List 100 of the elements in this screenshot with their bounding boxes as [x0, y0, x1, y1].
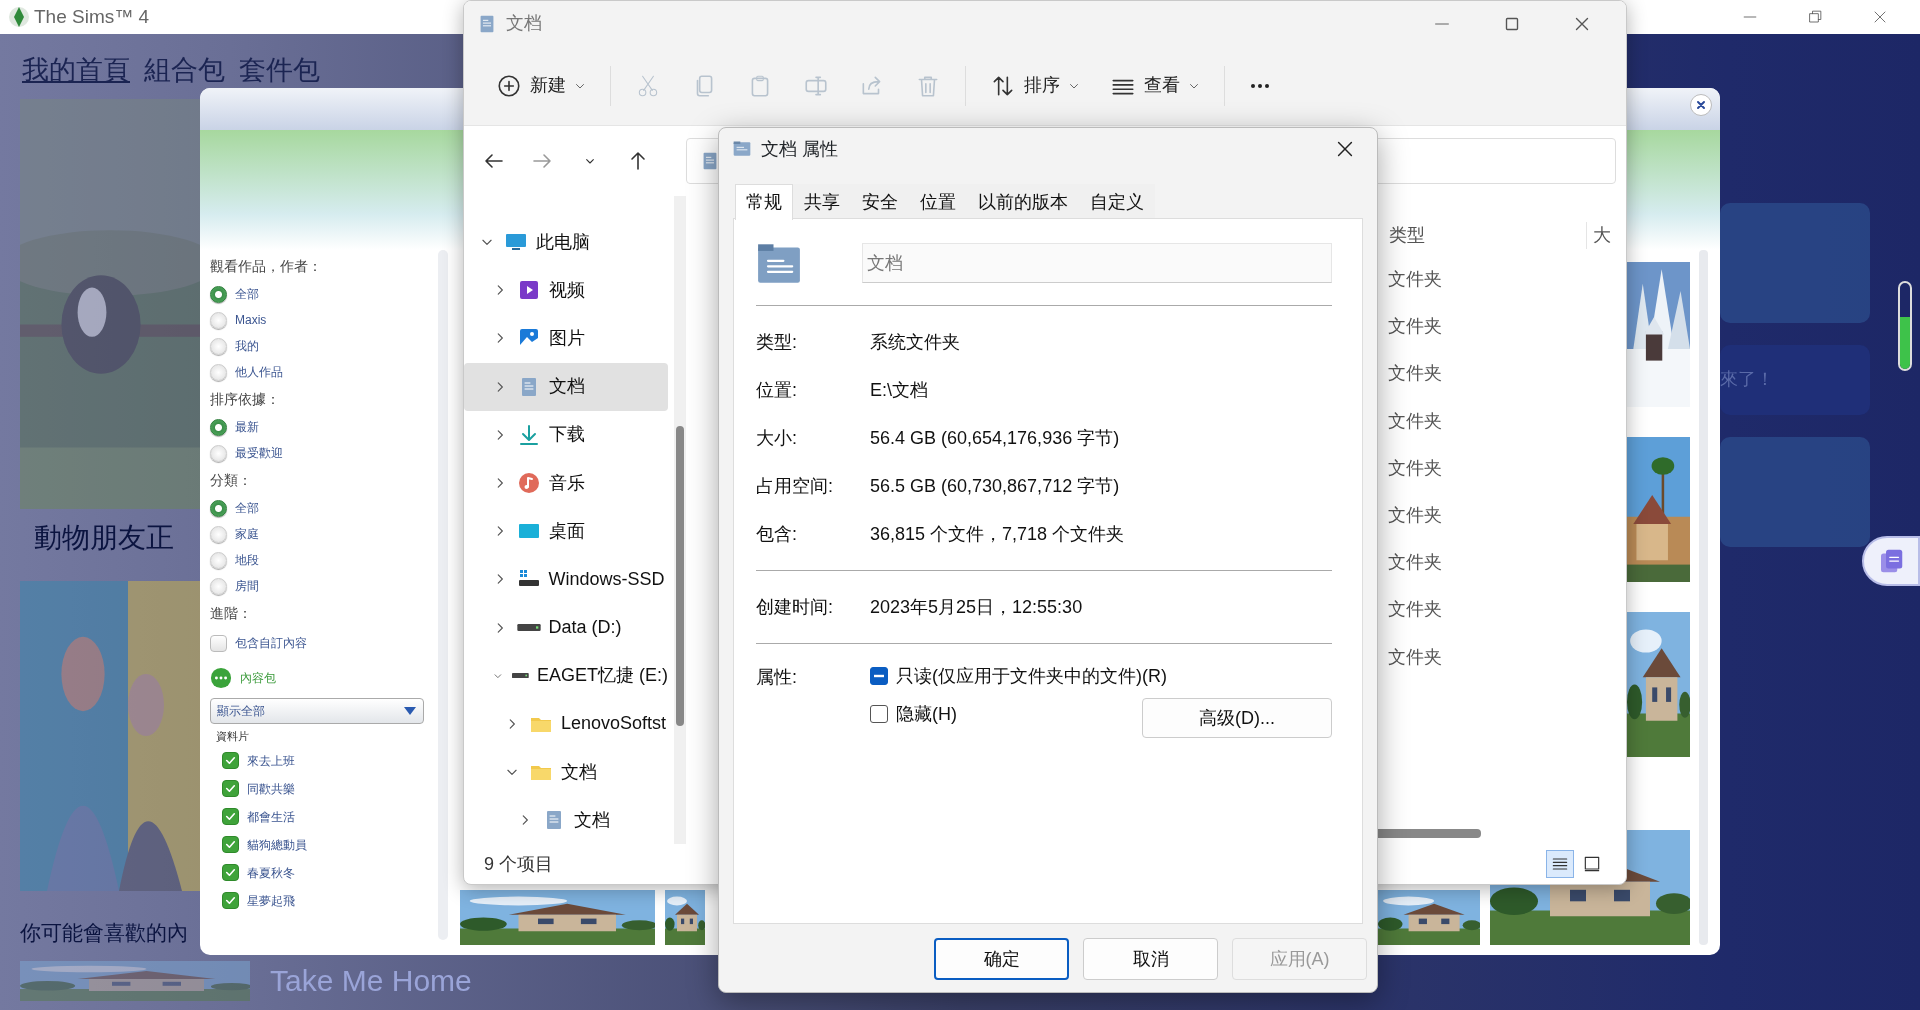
- tree-item[interactable]: Windows-SSD: [464, 555, 668, 604]
- table-cell-text: 文件夹: [1387, 598, 1443, 622]
- radio-button[interactable]: [210, 285, 227, 303]
- field-label: 大小:: [756, 426, 798, 450]
- checkbox[interactable]: [222, 864, 239, 881]
- option-label: 最新: [235, 419, 259, 436]
- table-cell-text: 文件夹: [1387, 504, 1443, 528]
- group-label: 資料片: [216, 729, 250, 744]
- more-icon: [1249, 82, 1271, 89]
- name-field[interactable]: 文档: [862, 243, 1332, 283]
- check-icon: [224, 866, 237, 879]
- drive-icon: [512, 672, 529, 680]
- banner-text: 來了！: [1720, 368, 1774, 391]
- option-label: 都會生活: [247, 808, 295, 826]
- folder-document-icon: [756, 241, 802, 285]
- checkbox[interactable]: [210, 634, 227, 652]
- advanced-button[interactable]: 高级(D)...: [1142, 698, 1332, 738]
- field-value: 2023年5月25日，12:55:30: [870, 595, 1083, 619]
- tree-item[interactable]: 图片: [464, 314, 668, 363]
- option-label: 春夏秋冬: [247, 864, 295, 882]
- checkbox[interactable]: 只读(仅应用于文件夹中的文件)(R): [870, 662, 1167, 690]
- tree-item[interactable]: LenovoSoftst: [464, 699, 668, 749]
- item-title: Take Me Home: [270, 963, 472, 999]
- window-title: The Sims™ 4: [34, 4, 150, 29]
- table-cell-text: 文件夹: [1387, 551, 1443, 575]
- square-icon: [1582, 854, 1602, 874]
- table-cell-text: 文件夹: [1387, 645, 1443, 669]
- more-dots-icon: [210, 667, 232, 689]
- tab[interactable]: 常规: [735, 184, 793, 220]
- checkbox[interactable]: [222, 836, 239, 853]
- drive-icon: [516, 624, 541, 632]
- field-label: 创建时间:: [756, 595, 834, 619]
- filter-heading: 分類：: [210, 471, 253, 490]
- option-label: 包含自訂內容: [235, 635, 307, 652]
- dialog-button[interactable]: 确定: [934, 938, 1069, 980]
- check-icon: [224, 810, 237, 823]
- tree-item[interactable]: 此电脑: [464, 218, 668, 267]
- checkbox[interactable]: [222, 752, 239, 769]
- checkbox[interactable]: [222, 780, 239, 797]
- filter-heading: 觀看作品，作者：: [210, 257, 323, 276]
- field-value: 36,815 个文件，7,718 个文件夹: [870, 522, 1125, 546]
- check-icon: [224, 782, 237, 795]
- table-cell-text: 文件夹: [1387, 456, 1443, 480]
- filter-heading: 進階：: [210, 604, 253, 623]
- option-label: Maxis: [235, 312, 267, 329]
- check-icon: [224, 894, 237, 907]
- filter-heading: 排序依據：: [210, 390, 281, 409]
- option-label: 房間: [235, 578, 259, 595]
- field-value: 系统文件夹: [870, 330, 960, 354]
- option-label: 全部: [235, 500, 259, 517]
- checkbox[interactable]: [222, 892, 239, 909]
- option-label: 我的: [235, 338, 259, 355]
- field-value: 56.4 GB (60,654,176,936 字节): [870, 426, 1120, 450]
- check-icon: [224, 754, 237, 767]
- details-view-button[interactable]: [1546, 850, 1574, 878]
- tree-item[interactable]: 音乐: [464, 458, 668, 508]
- checkbox[interactable]: [222, 808, 239, 825]
- field-value: 56.5 GB (60,730,867,712 字节): [870, 474, 1120, 498]
- caret-icon: [403, 706, 417, 716]
- sort-button[interactable]: 排序: [978, 61, 1092, 110]
- radio-button[interactable]: [210, 418, 227, 436]
- field-label: 类型:: [756, 330, 798, 354]
- close-icon: [1695, 99, 1707, 111]
- diamond-logo-icon: [8, 4, 30, 30]
- tree-item[interactable]: 桌面: [464, 507, 668, 556]
- add-icon: [496, 72, 522, 99]
- radio-button[interactable]: [210, 499, 227, 517]
- dropdown[interactable]: 顯示全部: [210, 698, 424, 724]
- field-label: 占用空间:: [756, 474, 834, 498]
- chat-button[interactable]: [1862, 535, 1920, 586]
- dash-icon: [874, 674, 884, 678]
- tree-item[interactable]: 下载: [464, 410, 668, 459]
- column-header[interactable]: 大: [1586, 222, 1611, 249]
- scrollbar-thumb[interactable]: [676, 426, 684, 726]
- checkbox[interactable]: 隐藏(H): [870, 700, 957, 728]
- new-button[interactable]: 新建: [484, 61, 598, 110]
- view-button[interactable]: 查看: [1098, 61, 1212, 110]
- field-label: 包含:: [756, 522, 798, 546]
- music-note-icon: [516, 471, 541, 496]
- dialog-button[interactable]: 取消: [1083, 938, 1218, 980]
- section-heading: 你可能會喜歡的內: [20, 919, 188, 946]
- option-label: 星夢起飛: [247, 892, 295, 910]
- tree-item[interactable]: 视频: [464, 266, 668, 315]
- option-label: 來去上班: [247, 752, 295, 770]
- field-label: 属性:: [756, 666, 798, 689]
- folder-document-icon: [731, 139, 753, 159]
- tree-item[interactable]: EAGET忆捷 (E:): [464, 651, 668, 700]
- option-label: 地段: [235, 552, 259, 569]
- tree-item[interactable]: 文档: [464, 748, 668, 797]
- tree-item[interactable]: 文档: [464, 362, 668, 411]
- tree-item[interactable]: 文档: [464, 796, 668, 845]
- banner-title: 動物朋友正: [34, 520, 174, 555]
- dropdown-value: 顯示全部: [217, 703, 265, 720]
- table-cell-text: 文件夹: [1387, 362, 1443, 386]
- field-label: 位置:: [756, 378, 798, 402]
- table-cell-text: 文件夹: [1387, 268, 1443, 292]
- packs-button[interactable]: 內容包: [210, 666, 276, 690]
- tree-item[interactable]: Data (D:): [464, 603, 668, 652]
- table-cell-text: 文件夹: [1387, 315, 1443, 339]
- option-label: 家庭: [235, 526, 259, 543]
